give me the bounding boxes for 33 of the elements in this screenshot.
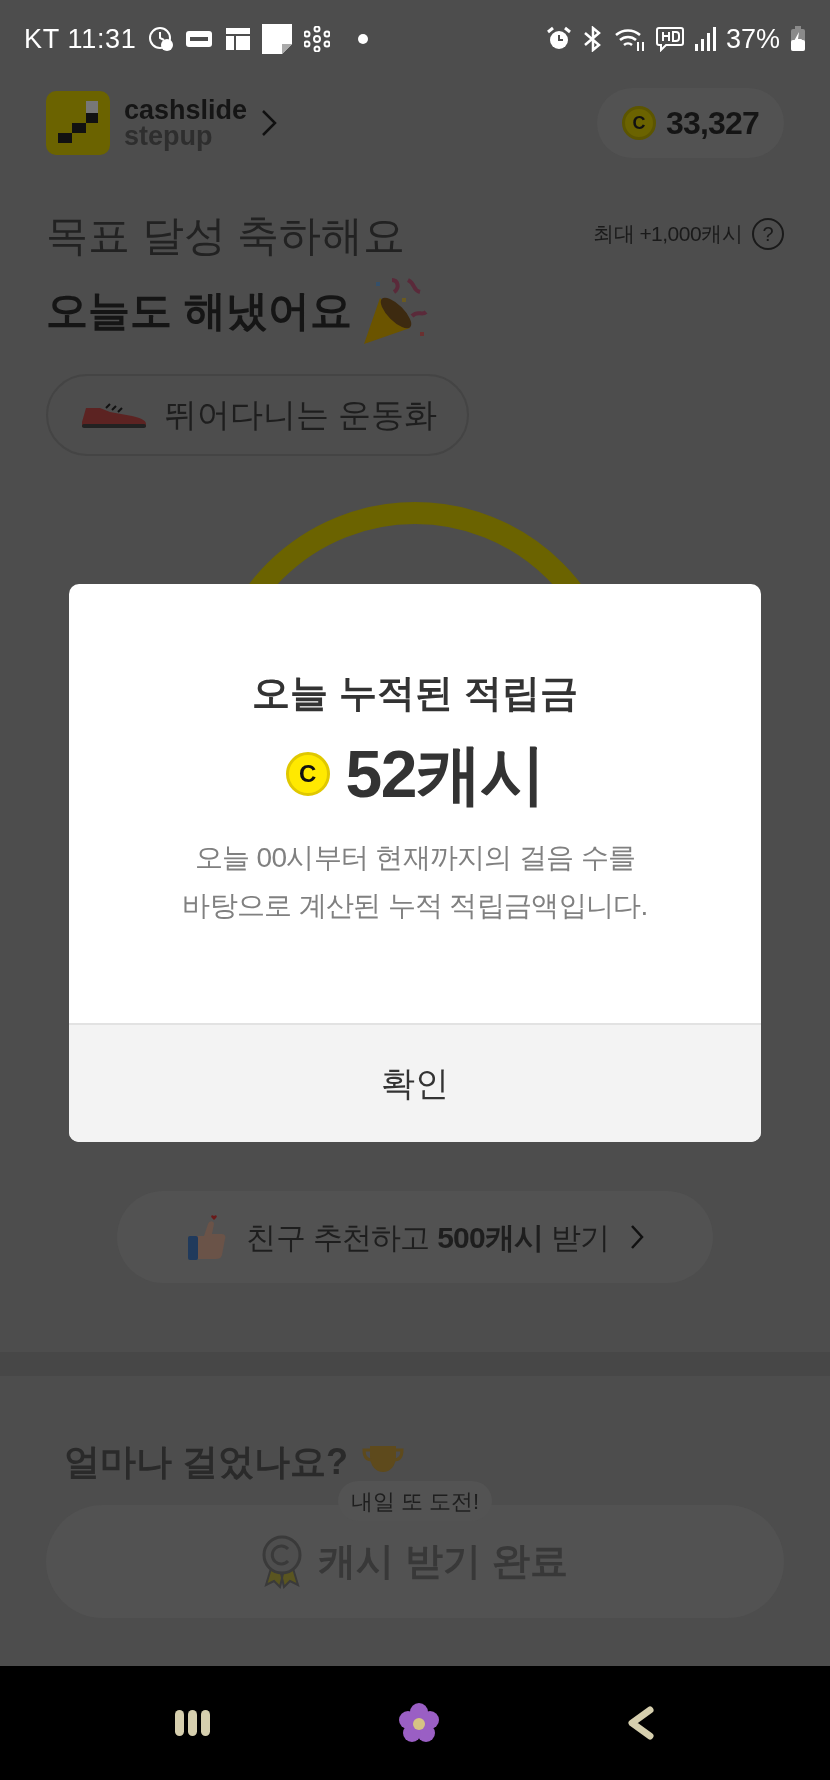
clock-icon [148,26,175,52]
home-flower-icon[interactable] [399,1703,439,1743]
back-icon[interactable] [626,1706,657,1740]
balance-pill[interactable]: C 33,327 [596,88,784,158]
balance-amount: 33,327 [665,104,759,143]
note-icon [262,24,293,54]
goal-subtitle: 오늘도 해냈어요 [46,286,352,336]
award-ribbon-icon [262,1534,303,1589]
wifi-icon [613,26,646,52]
chevron-right-icon [629,1224,644,1250]
dot-icon [358,34,369,44]
alarm-icon [545,26,572,52]
battery-charging-icon [790,26,806,52]
party-popper-icon [361,276,428,346]
sneaker-icon [80,400,148,430]
reward-amount: 52캐시 [345,736,545,812]
dialog-description-line: 바탕으로 계산된 누적 적립금액입니다. [182,889,648,923]
dialog-description-line: 오늘 00시부터 현재까지의 걸음 수를 [194,841,636,875]
thumbs-up-icon [186,1214,227,1260]
app-logo-icon [46,91,110,155]
dialog-title: 오늘 누적된 적립금 [252,671,578,716]
recent-apps-icon[interactable] [173,1708,212,1738]
coin-icon: C [621,106,656,140]
layout-icon [226,28,251,50]
network-nodes-icon [304,26,331,52]
hd-voice-icon [655,26,684,52]
confirm-button[interactable]: 확인 [69,1023,761,1142]
status-time: KT 11:31 [24,22,137,56]
help-button[interactable]: ? [752,218,784,250]
battery-percent: 37% [725,22,780,56]
brand-name: cashslide [124,97,248,123]
signal-icon [693,27,716,51]
coin-icon: C [285,752,330,796]
